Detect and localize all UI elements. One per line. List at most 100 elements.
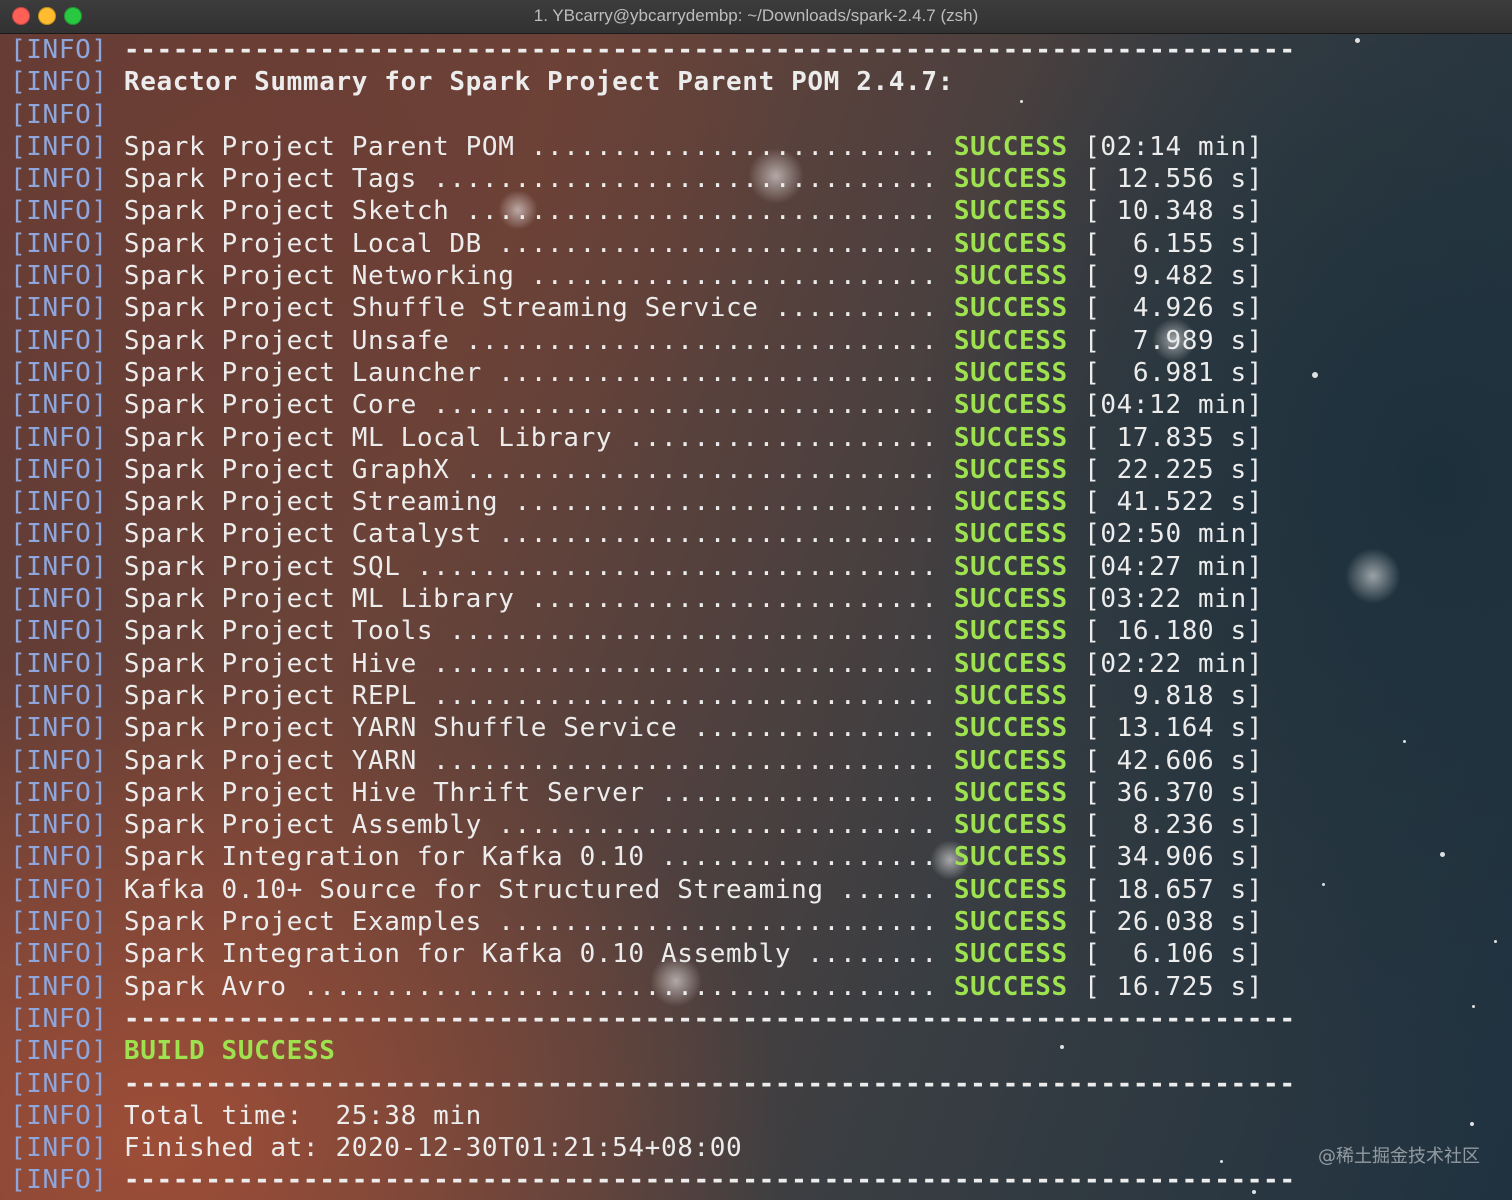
module-row: [INFO] Spark Project Core ..............… bbox=[10, 389, 1262, 421]
module-name: Spark Project Shuffle Streaming Service bbox=[123, 293, 759, 324]
separator-line: ----------------------------------------… bbox=[123, 1165, 1296, 1196]
module-name: Spark Project Networking bbox=[123, 261, 515, 292]
module-time: [ 4.926 s] bbox=[1084, 293, 1264, 324]
module-time: [ 7.989 s] bbox=[1084, 325, 1264, 356]
finished-at: Finished at: 2020-12-30T01:21:54+08:00 bbox=[123, 1133, 743, 1164]
module-status: SUCCESS bbox=[953, 390, 1068, 421]
info-tag: [INFO] bbox=[10, 713, 108, 744]
info-tag: [INFO] bbox=[10, 874, 108, 905]
leader-dots: ............................. bbox=[449, 325, 954, 356]
module-row: [INFO] Spark Avro ......................… bbox=[10, 971, 1262, 1003]
info-tag: [INFO] bbox=[10, 99, 108, 130]
module-name: Spark Project Catalyst bbox=[123, 519, 482, 550]
leader-dots: ....................................... bbox=[286, 971, 954, 1002]
info-tag: [INFO] bbox=[10, 616, 108, 647]
module-time: [ 16.180 s] bbox=[1084, 616, 1264, 647]
module-name: Spark Project Assembly bbox=[123, 810, 482, 841]
total-time: Total time: 25:38 min bbox=[123, 1100, 482, 1131]
leader-dots: ............................... bbox=[416, 648, 954, 679]
watermark: @稀土掘金技术社区 bbox=[1318, 1146, 1480, 1167]
info-tag: [INFO] bbox=[10, 1165, 108, 1196]
info-tag: [INFO] bbox=[10, 131, 108, 162]
module-status: SUCCESS bbox=[953, 551, 1068, 582]
info-tag: [INFO] bbox=[10, 357, 108, 388]
leader-dots: ...... bbox=[823, 874, 954, 905]
module-time: [ 18.657 s] bbox=[1084, 874, 1264, 905]
module-row: [INFO] Spark Project Tags ..............… bbox=[10, 163, 1262, 195]
module-time: [02:50 min] bbox=[1084, 519, 1264, 550]
module-name: Spark Project Tools bbox=[123, 616, 434, 647]
info-tag: [INFO] bbox=[10, 519, 108, 550]
module-time: [04:27 min] bbox=[1084, 551, 1264, 582]
info-tag: [INFO] bbox=[10, 228, 108, 259]
leader-dots: ......................... bbox=[514, 131, 954, 162]
terminal-output[interactable]: [INFO] ---------------------------------… bbox=[10, 34, 1295, 1197]
leader-dots: ............................... bbox=[416, 164, 954, 195]
module-time: [ 36.370 s] bbox=[1084, 777, 1264, 808]
info-tag: [INFO] bbox=[10, 67, 108, 98]
leader-dots: ............... bbox=[677, 713, 954, 744]
module-row: [INFO] Spark Project Assembly ..........… bbox=[10, 809, 1262, 841]
module-row: [INFO] Spark Project REPL ..............… bbox=[10, 680, 1262, 712]
module-status: SUCCESS bbox=[953, 680, 1068, 711]
module-name: Spark Project Core bbox=[123, 390, 417, 421]
module-row: [INFO] Spark Project Parent POM ........… bbox=[10, 131, 1262, 163]
info-tag: [INFO] bbox=[10, 454, 108, 485]
module-row: [INFO] Spark Project Catalyst ..........… bbox=[10, 518, 1262, 550]
module-status: SUCCESS bbox=[953, 713, 1068, 744]
leader-dots: .............................. bbox=[433, 616, 954, 647]
module-row: [INFO] Spark Project Streaming .........… bbox=[10, 486, 1262, 518]
leader-dots: ........ bbox=[791, 939, 954, 970]
build-result: BUILD SUCCESS bbox=[123, 1036, 336, 1067]
info-tag: [INFO] bbox=[10, 648, 108, 679]
output-line: [INFO] bbox=[10, 99, 1240, 131]
module-time: [ 10.348 s] bbox=[1084, 196, 1264, 227]
leader-dots: ........................... bbox=[481, 810, 954, 841]
output-line: [INFO] Total time: 25:38 min bbox=[10, 1100, 1240, 1132]
module-time: [ 26.038 s] bbox=[1084, 907, 1264, 938]
info-tag: [INFO] bbox=[10, 1036, 108, 1067]
module-time: [02:14 min] bbox=[1084, 131, 1264, 162]
leader-dots: ................. bbox=[644, 777, 954, 808]
info-tag: [INFO] bbox=[10, 196, 108, 227]
module-time: [ 41.522 s] bbox=[1084, 487, 1264, 518]
info-tag: [INFO] bbox=[10, 1068, 108, 1099]
terminal-window: 1. YBcarry@ybcarrydembp: ~/Downloads/spa… bbox=[0, 0, 1512, 1200]
module-status: SUCCESS bbox=[953, 874, 1068, 905]
module-time: [ 9.818 s] bbox=[1084, 680, 1264, 711]
module-status: SUCCESS bbox=[953, 971, 1068, 1002]
module-name: Spark Integration for Kafka 0.10 bbox=[123, 842, 645, 873]
module-time: [ 6.981 s] bbox=[1084, 357, 1264, 388]
info-tag: [INFO] bbox=[10, 422, 108, 453]
leader-dots: ........................... bbox=[481, 228, 954, 259]
module-time: [ 8.236 s] bbox=[1084, 810, 1264, 841]
module-name: Kafka 0.10+ Source for Structured Stream… bbox=[123, 874, 824, 905]
module-row: [INFO] Spark Project ML Local Library ..… bbox=[10, 422, 1262, 454]
module-time: [ 34.906 s] bbox=[1084, 842, 1264, 873]
info-tag: [INFO] bbox=[10, 745, 108, 776]
module-status: SUCCESS bbox=[953, 584, 1068, 615]
title-bar[interactable]: 1. YBcarry@ybcarrydembp: ~/Downloads/spa… bbox=[0, 0, 1512, 34]
module-status: SUCCESS bbox=[953, 939, 1068, 970]
output-line: [INFO] ---------------------------------… bbox=[10, 1164, 1295, 1196]
module-row: [INFO] Spark Project YARN Shuffle Servic… bbox=[10, 712, 1262, 744]
module-status: SUCCESS bbox=[953, 293, 1068, 324]
leader-dots: .......................... bbox=[498, 487, 954, 518]
module-name: Spark Project Examples bbox=[123, 907, 482, 938]
module-name: Spark Project YARN bbox=[123, 745, 417, 776]
window-title: 1. YBcarry@ybcarrydembp: ~/Downloads/spa… bbox=[533, 6, 979, 25]
module-status: SUCCESS bbox=[953, 357, 1068, 388]
leader-dots: ......................... bbox=[514, 584, 954, 615]
module-name: Spark Avro bbox=[123, 971, 287, 1002]
module-row: [INFO] Spark Project GraphX ............… bbox=[10, 454, 1262, 486]
info-tag: [INFO] bbox=[10, 390, 108, 421]
module-time: [ 42.606 s] bbox=[1084, 745, 1264, 776]
module-name: Spark Project SQL bbox=[123, 551, 401, 582]
module-row: [INFO] Spark Project Hive Thrift Server … bbox=[10, 777, 1262, 809]
module-name: Spark Project GraphX bbox=[123, 454, 450, 485]
module-row: [INFO] Spark Project Examples ..........… bbox=[10, 906, 1262, 938]
info-tag: [INFO] bbox=[10, 261, 108, 292]
module-time: [ 12.556 s] bbox=[1084, 164, 1264, 195]
info-tag: [INFO] bbox=[10, 842, 108, 873]
module-status: SUCCESS bbox=[953, 196, 1068, 227]
